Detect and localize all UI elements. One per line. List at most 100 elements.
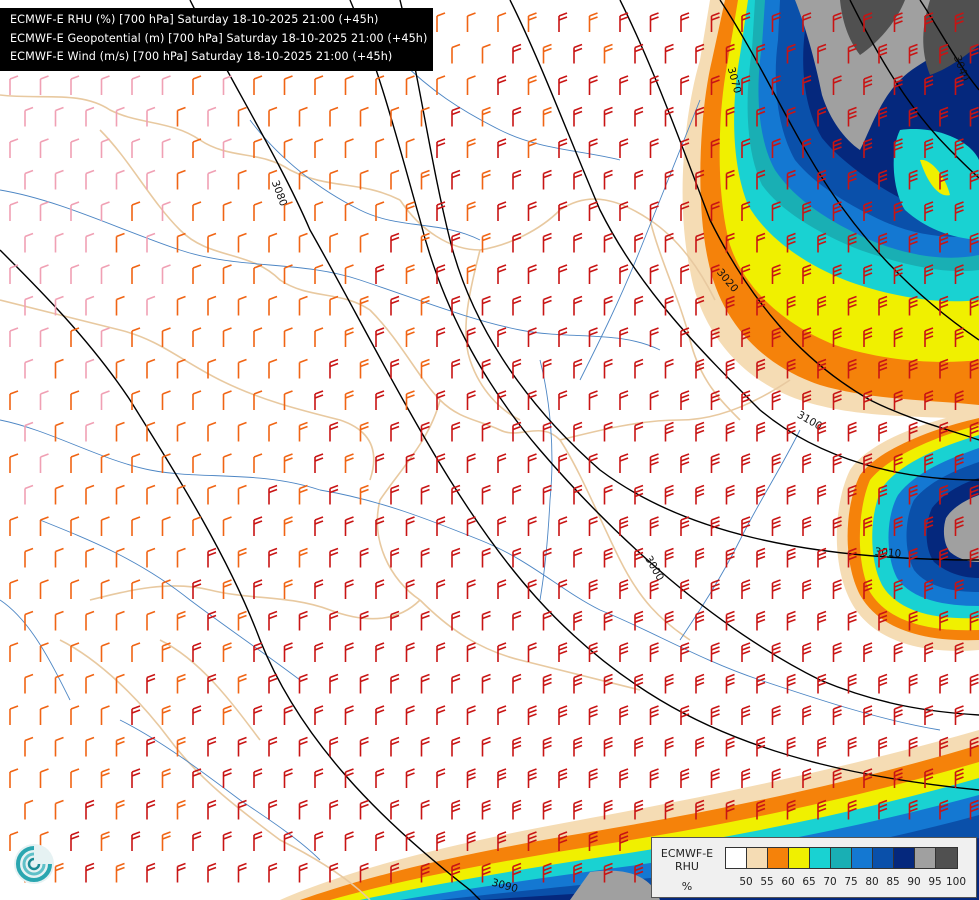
wind-barb — [405, 453, 415, 473]
wind-barb — [329, 358, 339, 379]
wind-barb — [85, 484, 95, 505]
wind-barb — [542, 232, 552, 253]
wind-barb — [588, 201, 598, 221]
wind-barb — [207, 736, 217, 757]
wind-barb — [39, 579, 49, 599]
wind-barb — [222, 516, 232, 536]
wind-barb — [146, 484, 156, 505]
wind-barb — [649, 201, 659, 221]
wind-barb — [451, 673, 461, 694]
wind-barb — [481, 736, 491, 757]
wind-barb — [329, 106, 339, 127]
wind-barb — [298, 547, 308, 568]
wind-barb — [9, 579, 19, 599]
wind-barb — [878, 673, 888, 694]
wind-barb — [9, 768, 19, 788]
wind-barb — [237, 547, 247, 568]
wind-barb — [603, 43, 613, 64]
wind-barb — [405, 516, 415, 536]
legend-tick: 100 — [945, 876, 967, 888]
wind-barb — [436, 327, 446, 347]
wind-barb — [558, 201, 568, 221]
wind-barb — [527, 705, 537, 725]
wind-barb — [207, 169, 217, 190]
wind-barb — [131, 390, 141, 410]
wind-barb — [634, 232, 644, 253]
wind-barb — [283, 516, 293, 536]
wind-barb — [314, 642, 324, 662]
wind-barb — [375, 390, 385, 410]
wind-barb — [664, 295, 674, 316]
wind-barb — [725, 673, 735, 694]
wind-barb — [466, 75, 476, 95]
wind-barb — [54, 484, 64, 505]
wind-barb — [451, 610, 461, 631]
wind-barb — [954, 705, 964, 725]
wind-barb — [176, 421, 186, 442]
wind-barb — [451, 169, 461, 190]
wind-barb — [893, 642, 903, 662]
river — [319, 489, 601, 611]
wind-barb — [131, 642, 141, 662]
wind-barb — [863, 705, 873, 725]
wind-barb — [481, 484, 491, 505]
wind-barb — [192, 705, 202, 725]
wind-barb — [24, 358, 34, 379]
wind-barb — [131, 327, 141, 347]
title-line-geopotential: ECMWF-E Geopotential (m) [700 hPa] Satur… — [10, 31, 428, 45]
wind-barb — [390, 295, 400, 316]
wind-barb — [131, 138, 141, 158]
wind-barb — [39, 768, 49, 788]
legend-tick: 65 — [802, 876, 816, 888]
wind-barb — [497, 138, 507, 158]
wind-barb — [451, 43, 461, 64]
wind-barb — [54, 106, 64, 127]
wind-barb — [619, 579, 629, 599]
wind-barb — [298, 736, 308, 757]
wind-barb — [9, 327, 19, 347]
wind-barb — [939, 673, 949, 694]
wind-barb — [24, 547, 34, 568]
wind-barb — [512, 43, 522, 64]
wind-barb — [39, 75, 49, 95]
legend-tick: 50 — [739, 876, 753, 888]
wind-barb — [847, 610, 857, 631]
wind-barb — [588, 264, 598, 284]
legend-swatch — [873, 848, 894, 868]
wind-barb — [237, 673, 247, 694]
wind-barb — [146, 736, 156, 757]
wind-barb — [283, 327, 293, 347]
wind-barb — [405, 327, 415, 347]
wind-barb — [619, 516, 629, 536]
wind-barb — [85, 169, 95, 190]
wind-barb — [527, 264, 537, 284]
wind-barb — [268, 799, 278, 820]
wind-barb — [237, 106, 247, 127]
wind-barb — [619, 12, 629, 32]
wind-barb — [649, 516, 659, 536]
wind-barb — [634, 547, 644, 568]
wind-barb — [817, 736, 827, 757]
wind-barb — [375, 579, 385, 599]
wind-barb — [222, 75, 232, 95]
wind-barb — [542, 106, 552, 127]
wind-barb — [680, 264, 690, 284]
wind-barb — [558, 390, 568, 410]
wind-barb — [436, 75, 446, 95]
wind-barb — [298, 106, 308, 127]
wind-barb — [451, 106, 461, 127]
wind-barb — [115, 547, 125, 568]
wind-barb — [329, 295, 339, 316]
wind-barb — [603, 484, 613, 505]
wind-barb — [314, 75, 324, 95]
wind-barb — [741, 705, 751, 725]
wind-barb — [542, 799, 552, 820]
wind-barb — [451, 736, 461, 757]
wind-barb — [115, 106, 125, 127]
wind-barb — [161, 705, 171, 725]
wind-barb — [832, 579, 842, 599]
wind-barb — [588, 516, 598, 536]
wind-barb — [131, 705, 141, 725]
wind-barb — [680, 768, 690, 788]
wind-barb — [146, 799, 156, 820]
